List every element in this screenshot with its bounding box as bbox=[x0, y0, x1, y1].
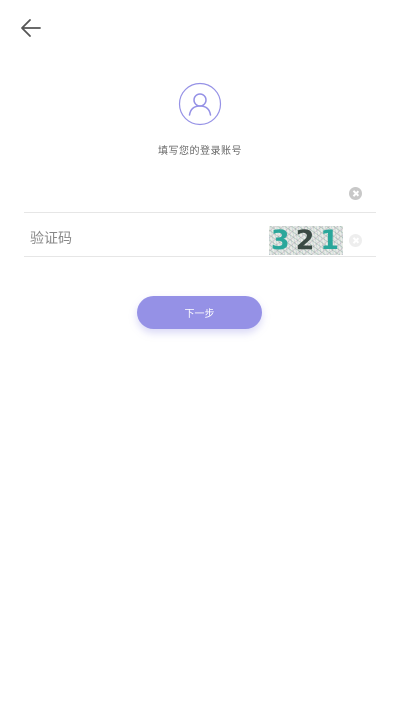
page-subtitle: 填写您的登录账号 bbox=[158, 146, 242, 157]
arrow-left-icon bbox=[21, 19, 41, 37]
captcha-field: 3 2 1 bbox=[24, 222, 376, 257]
clear-circle-icon[interactable] bbox=[349, 187, 362, 200]
clear-circle-icon[interactable] bbox=[349, 234, 362, 247]
avatar bbox=[178, 82, 222, 126]
captcha-code: 3 2 1 bbox=[269, 226, 343, 255]
captcha-input[interactable] bbox=[30, 222, 250, 256]
captcha-image[interactable]: 3 2 1 bbox=[269, 226, 343, 255]
captcha-char: 1 bbox=[320, 226, 342, 255]
user-outline-icon bbox=[178, 82, 222, 126]
account-input[interactable] bbox=[30, 175, 340, 212]
back-button[interactable] bbox=[18, 16, 44, 40]
account-field bbox=[24, 175, 376, 213]
captcha-char: 2 bbox=[295, 226, 317, 255]
captcha-char: 3 bbox=[270, 226, 292, 255]
next-button[interactable]: 下一步 bbox=[137, 296, 262, 329]
